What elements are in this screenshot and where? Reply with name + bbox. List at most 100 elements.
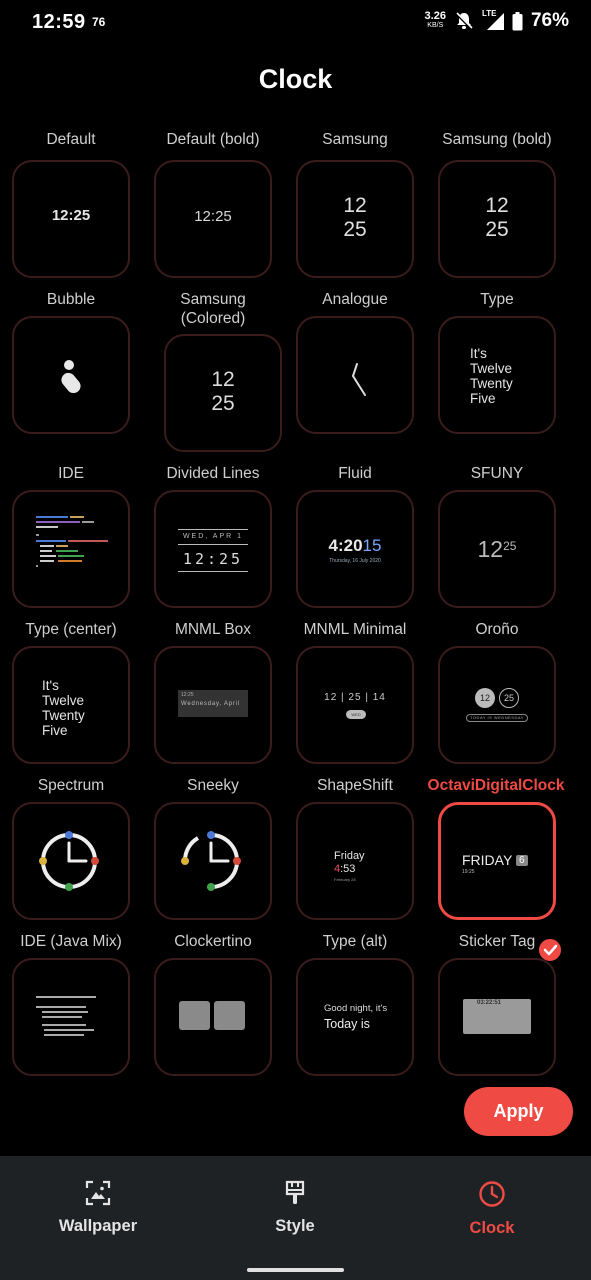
preview-time: 12:25 xyxy=(194,208,232,225)
clock-option-label: Clockertino xyxy=(174,933,252,950)
clock-preview-tile[interactable]: Friday 4:53 February 28 xyxy=(296,802,414,920)
clock-option-sfuny[interactable]: SFUNY 1225 xyxy=(426,464,568,608)
clock-preview-tile[interactable] xyxy=(12,490,130,608)
nav-wallpaper[interactable]: Wallpaper xyxy=(28,1180,168,1236)
clock-preview-tile[interactable]: 4:2015 Thursday, 16 July 2020 xyxy=(296,490,414,608)
clock-preview-tile[interactable]: 12:25 xyxy=(12,160,130,278)
clock-option-label: ShapeShift xyxy=(317,777,393,794)
type-line: Twelve xyxy=(42,693,85,708)
network-speed-unit: KB/S xyxy=(427,22,444,29)
nav-clock[interactable]: Clock xyxy=(422,1180,562,1238)
clock-option-samsung[interactable]: Samsung 12 25 xyxy=(284,130,426,278)
clock-option-label: IDE (Java Mix) xyxy=(20,933,122,950)
shapeshift-minute: :53 xyxy=(340,863,356,875)
divider-line xyxy=(178,544,248,545)
octavi-time: FRIDAY 6 xyxy=(462,852,528,868)
clock-option-analogue[interactable]: Analogue xyxy=(284,290,426,434)
nav-label: Clock xyxy=(469,1219,515,1237)
clock-preview-tile[interactable] xyxy=(12,958,130,1076)
clock-option-mnml-minimal[interactable]: MNML Minimal 12 | 25 | 14 WED xyxy=(284,620,426,764)
clock-option-shapeshift[interactable]: ShapeShift Friday 4:53 February 28 xyxy=(284,776,426,920)
preview-hour: 12 xyxy=(343,194,367,217)
apply-button[interactable]: Apply xyxy=(464,1087,573,1136)
sneeky-clock-graphic xyxy=(181,831,241,891)
clock-option-label: Default (bold) xyxy=(166,131,260,148)
clock-option-bubble[interactable]: Bubble xyxy=(0,290,142,434)
clock-preview-tile[interactable] xyxy=(154,958,272,1076)
clock-option-fluid[interactable]: Fluid 4:2015 Thursday, 16 July 2020 xyxy=(284,464,426,608)
clock-preview-tile[interactable]: WED, APR 1 12:25 xyxy=(154,490,272,608)
clock-preview-tile[interactable] xyxy=(12,316,130,434)
status-notification-count: 76 xyxy=(92,15,106,29)
clock-preview-tile[interactable]: 03:22:51 xyxy=(438,958,556,1076)
clock-option-label: Type (alt) xyxy=(322,933,388,950)
orono-minute-bubble: 25 xyxy=(499,688,519,708)
brush-icon xyxy=(285,1180,305,1204)
clockertino-card-left xyxy=(179,1001,210,1030)
battery-percent: 76% xyxy=(530,10,569,31)
clock-option-sneeky[interactable]: Sneeky xyxy=(142,776,284,920)
clock-preview-tile[interactable]: 12 25 xyxy=(438,160,556,278)
bubble-clock-graphic xyxy=(61,360,81,394)
clock-option-samsung-colored[interactable]: Samsung (Colored) 12 25 xyxy=(142,290,284,452)
clock-preview-tile[interactable]: 12 25 xyxy=(296,160,414,278)
clock-option-ide-java-mix[interactable]: IDE (Java Mix) xyxy=(0,932,142,1076)
bottom-navigation: Wallpaper Style Clock xyxy=(0,1156,591,1280)
clock-option-clockertino[interactable]: Clockertino xyxy=(142,932,284,1076)
clock-preview-tile[interactable]: Good night, it's Today is xyxy=(296,958,414,1076)
home-indicator[interactable] xyxy=(247,1268,344,1272)
clock-preview-tile[interactable]: 12 | 25 | 14 WED xyxy=(296,646,414,764)
battery-icon xyxy=(512,11,523,30)
page-title: Clock xyxy=(258,64,333,94)
clock-preview-tile[interactable]: 12:25 xyxy=(154,160,272,278)
clock-preview-tile[interactable]: 12 25 TODAY IS WEDNESDAY xyxy=(438,646,556,764)
clock-option-label: Analogue xyxy=(322,291,388,308)
shapeshift-time: 4:53 xyxy=(334,863,355,875)
clock-option-sticker-tag[interactable]: Sticker Tag 03:22:51 xyxy=(426,932,568,1076)
clock-preview-tile[interactable]: 12 25 xyxy=(164,334,282,452)
preview-minute: 25 xyxy=(211,392,235,415)
clock-preview-tile[interactable]: 1225 xyxy=(438,490,556,608)
nav-style[interactable]: Style xyxy=(225,1180,365,1236)
clock-preview-tile[interactable] xyxy=(154,802,272,920)
clock-preview-tile-selected[interactable]: FRIDAY 6 19:25 xyxy=(438,802,556,920)
type-alt-line1: Good night, it's xyxy=(324,1003,388,1014)
clock-option-divided-lines[interactable]: Divided Lines WED, APR 1 12:25 xyxy=(142,464,284,608)
preview-date: Thursday, 16 July 2020 xyxy=(329,558,381,564)
clock-option-label: Spectrum xyxy=(37,777,105,794)
clockertino-card-right xyxy=(214,1001,245,1030)
clock-preview-tile[interactable] xyxy=(12,802,130,920)
clock-option-orono[interactable]: Oroño 12 25 TODAY IS WEDNESDAY xyxy=(426,620,568,764)
divider-line xyxy=(178,529,248,530)
signal-icon xyxy=(486,13,504,30)
clock-option-label: Samsung xyxy=(322,131,388,148)
clock-option-type[interactable]: Type It's Twelve Twenty Five xyxy=(426,290,568,434)
clock-option-default[interactable]: Default 12:25 xyxy=(0,130,142,278)
clock-option-mnml-box[interactable]: MNML Box 12:25 Wednesday, April xyxy=(142,620,284,764)
clock-option-label: Sticker Tag xyxy=(458,933,536,950)
clock-option-default-bold[interactable]: Default (bold) 12:25 xyxy=(142,130,284,278)
fluid-time-accent: 15 xyxy=(362,536,382,555)
clock-option-octavidigitalclock[interactable]: OctaviDigitalClock FRIDAY 6 19:25 xyxy=(426,776,568,963)
clock-option-type-alt[interactable]: Type (alt) Good night, it's Today is xyxy=(284,932,426,1076)
clock-option-ide[interactable]: IDE xyxy=(0,464,142,608)
clock-option-samsung-bold[interactable]: Samsung (bold) 12 25 xyxy=(426,130,568,278)
shapeshift-date: February 28 xyxy=(334,877,356,882)
clock-option-label: Sneeky xyxy=(187,777,239,794)
status-time: 12:59 xyxy=(32,11,86,33)
network-speed: 3.26 KB/S xyxy=(425,11,446,31)
clock-preview-tile[interactable]: It's Twelve Twenty Five xyxy=(438,316,556,434)
analogue-clock-hands xyxy=(352,363,366,396)
clock-preview-tile[interactable] xyxy=(296,316,414,434)
clock-option-spectrum[interactable]: Spectrum xyxy=(0,776,142,920)
orono-date-bar: TODAY IS WEDNESDAY xyxy=(466,714,528,722)
clock-preview-tile[interactable]: It's Twelve Twenty Five xyxy=(12,646,130,764)
wallpaper-icon xyxy=(85,1180,111,1206)
bell-off-icon xyxy=(454,11,474,31)
clock-icon xyxy=(479,1181,505,1207)
clock-option-label: MNML Box xyxy=(174,621,252,638)
octavi-date-badge: 6 xyxy=(515,855,528,866)
clock-option-type-center[interactable]: Type (center) It's Twelve Twenty Five xyxy=(0,620,142,764)
clock-preview-tile[interactable]: 12:25 Wednesday, April xyxy=(154,646,272,764)
ide-code-graphic xyxy=(36,516,108,567)
